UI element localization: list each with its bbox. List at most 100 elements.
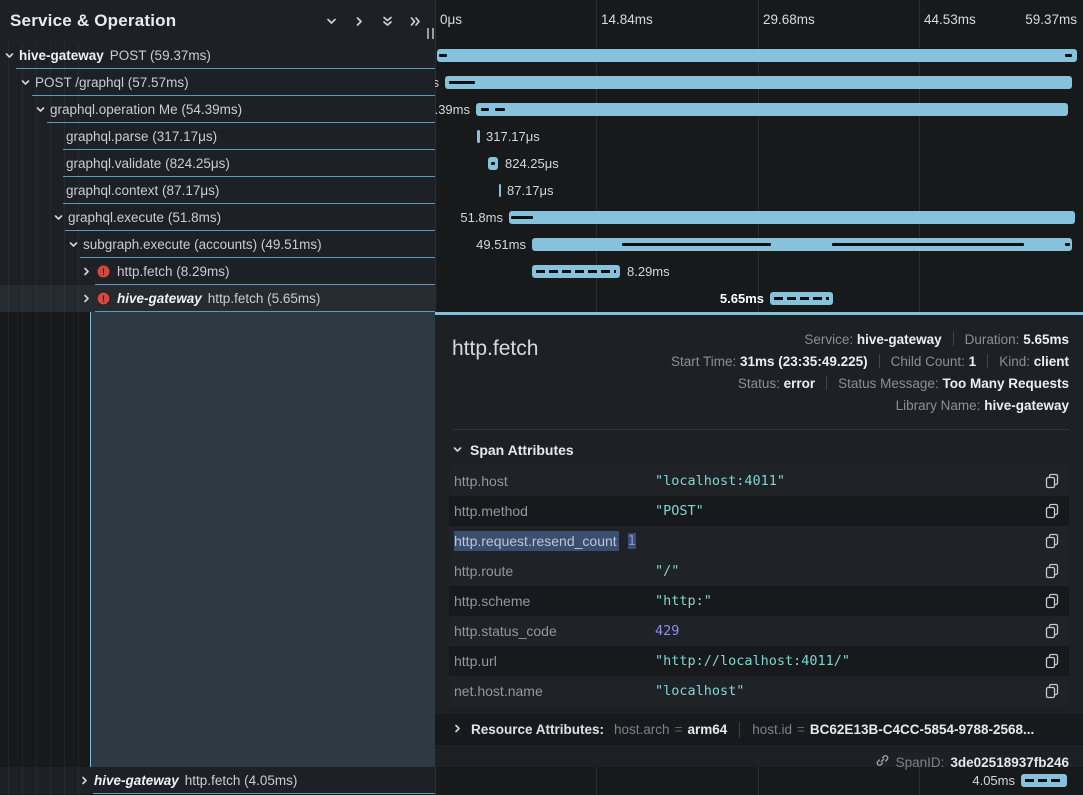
equals-sign: = [675,722,683,737]
tree-row-graphql-execute[interactable]: graphql.execute (51.8ms) [0,204,435,231]
duration-label: 87.17μs [507,183,554,198]
chevron-down-icon[interactable] [51,211,65,225]
collapse-all-button[interactable] [373,7,401,35]
chevron-down-icon [325,15,338,28]
chevrons-right-icon [409,15,422,28]
timeline-ruler: 0μs 14.84ms 29.68ms 44.53ms 59.37ms [435,0,1083,42]
trace-viewer-window: Service & Operation [0,0,1083,795]
tree-row-http-fetch-405[interactable]: hive-gateway http.fetch (4.05ms) [0,767,435,794]
span-bar[interactable] [476,103,1068,116]
chevron-down-icon[interactable] [33,103,47,117]
tree-row-graphql-parse[interactable]: graphql.parse (317.17μs) [0,123,435,150]
tree-row-graphql-operation-me[interactable]: graphql.operation Me (54.39ms) [0,96,435,123]
copy-icon [1045,597,1059,612]
resource-key: host.id [752,722,792,737]
span-bar-row[interactable]: 49.51ms [435,231,1083,258]
span-bar[interactable] [532,238,1072,251]
span-bar-row-selected[interactable]: 5.65ms [435,285,1083,312]
duration-label: 4.05ms [972,773,1015,788]
span-bar[interactable] [509,211,1075,224]
meta-label: Duration: [965,332,1020,347]
span-bar-row[interactable]: 317.17μs [435,123,1083,150]
resource-attributes-row[interactable]: Resource Attributes: host.arch = arm64 h… [435,714,1083,745]
trace-timeline-panel: 0μs 14.84ms 29.68ms 44.53ms 59.37ms 59.3… [435,0,1083,795]
span-bar-row[interactable]: 51.8ms [435,204,1083,231]
equals-sign: = [797,722,805,737]
span-bar[interactable] [532,265,620,278]
attr-value-selected: 1 [628,533,636,549]
span-bar[interactable] [499,184,501,197]
duration-label: 49.51ms [476,237,526,252]
operation-label: http.fetch (4.05ms) [185,773,298,788]
span-bar[interactable] [488,157,498,170]
span-meta: Service: hive-gatewayDuration: 5.65ms St… [538,329,1069,417]
span-bar[interactable] [437,49,1077,62]
meta-value: error [784,376,816,391]
link-icon[interactable] [875,753,890,771]
attr-value: 429 [655,623,679,639]
copy-button[interactable] [1045,473,1059,492]
span-bar-row[interactable]: 57.57ms [435,69,1083,96]
meta-value: client [1034,354,1069,369]
span-bar-row[interactable]: 824.25μs [435,150,1083,177]
span-id-value: 3de02518937fb246 [950,755,1069,770]
copy-icon [1045,627,1059,642]
chevron-down-icon[interactable] [2,49,16,63]
chevron-right-icon[interactable] [79,292,93,306]
service-name: hive-gateway [94,773,179,788]
span-bar[interactable] [1021,774,1067,787]
tick-label: 0μs [440,12,462,27]
duration-label: 54.39ms [435,102,470,117]
copy-button[interactable] [1045,683,1059,702]
operation-label: POST (59.37ms) [110,48,211,63]
copy-button[interactable] [1045,533,1059,552]
copy-icon [1045,507,1059,522]
panel-title: Service & Operation [10,11,317,31]
span-bar-row[interactable]: 4.05ms [435,767,1083,794]
meta-value: Too Many Requests [942,376,1069,391]
attr-key: http.route [454,563,655,579]
meta-line-3: Status: errorStatus Message: Too Many Re… [538,373,1069,395]
span-bar-row[interactable]: 54.39ms [435,96,1083,123]
copy-button[interactable] [1045,653,1059,672]
span-bar[interactable] [770,292,833,305]
attr-row-net-host-name: net.host.name "localhost" [449,676,1069,706]
chevron-down-icon[interactable] [18,76,32,90]
tree-row-http-fetch-829[interactable]: ! http.fetch (8.29ms) [0,258,435,285]
copy-button[interactable] [1045,563,1059,582]
copy-button[interactable] [1045,503,1059,522]
expand-one-button[interactable] [345,7,373,35]
chevron-right-icon [353,15,366,28]
resource-key: host.arch [614,722,670,737]
span-bar-row[interactable]: 8.29ms [435,258,1083,285]
operation-label: graphql.parse (317.17μs) [66,129,217,144]
tree-row-graphql-context[interactable]: graphql.context (87.17μs) [0,177,435,204]
meta-label: Child Count: [891,354,965,369]
chevron-right-icon[interactable] [79,265,93,279]
tick-label: 29.68ms [763,12,815,27]
panel-resize-handle[interactable] [427,28,434,39]
copy-button[interactable] [1045,623,1059,642]
copy-icon [1045,567,1059,582]
span-bar-row[interactable]: 87.17μs [435,177,1083,204]
tree-row-graphql-validate[interactable]: graphql.validate (824.25μs) [0,150,435,177]
span-id-label: SpanID: [896,755,945,770]
attr-row-http-method: http.method "POST" [449,496,1069,526]
chevron-down-icon[interactable] [66,238,80,252]
meta-value: hive-gateway [857,332,942,347]
copy-button[interactable] [1045,593,1059,612]
span-bar-row[interactable]: 59.37ms [435,42,1083,69]
span-bar[interactable] [445,76,1072,89]
tree-row-http-fetch-565-selected[interactable]: ! hive-gateway http.fetch (5.65ms) [0,285,435,312]
span-attributes-header[interactable]: Span Attributes [452,442,1083,458]
tree-row-subgraph-execute[interactable]: subgraph.execute (accounts) (49.51ms) [0,231,435,258]
tree-row-post-graphql[interactable]: POST /graphql (57.57ms) [0,69,435,96]
expand-all-button[interactable] [401,7,429,35]
operation-label: graphql.validate (824.25μs) [66,156,230,171]
tree-row-hive-gateway-post[interactable]: hive-gateway POST (59.37ms) [0,42,435,69]
duration-label: 5.65ms [720,291,764,306]
span-bar[interactable] [477,130,480,143]
collapse-one-button[interactable] [317,7,345,35]
chevron-right-icon[interactable] [77,774,91,788]
meta-line-2: Start Time: 31ms (23:35:49.225)Child Cou… [538,351,1069,373]
